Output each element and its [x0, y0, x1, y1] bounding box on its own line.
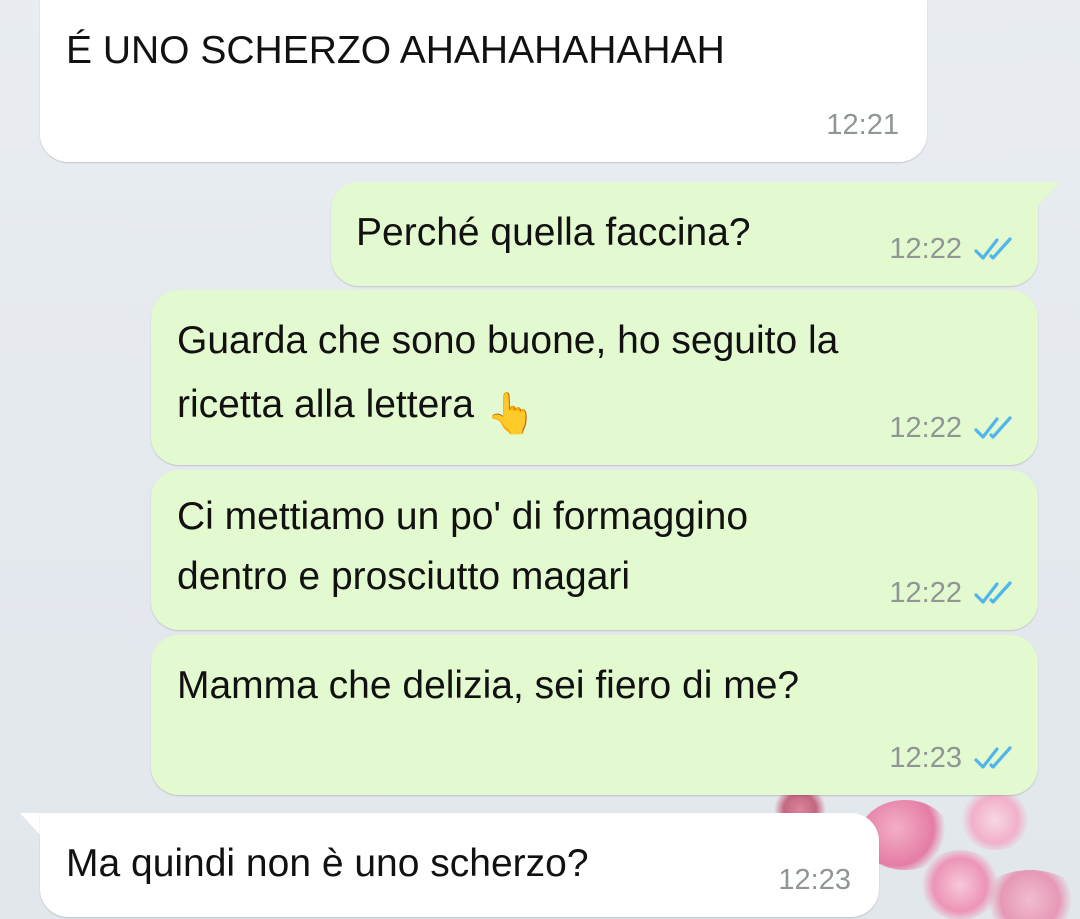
message-time: 12:22 [889, 577, 962, 609]
message-meta: 12:23 [778, 863, 851, 897]
message-time: 12:23 [889, 742, 962, 774]
message-meta: 12:22 [889, 576, 1016, 610]
pointing-up-hand-emoji: 👆 [485, 392, 536, 436]
blossom-decoration [980, 870, 1080, 919]
outgoing-bubble-tail [1038, 182, 1060, 206]
message-text-line: dentro e prosciutto magari [177, 555, 631, 598]
outgoing-message-bubble[interactable]: Guarda che sono buone, ho seguito la ric… [151, 290, 1038, 465]
message-text-line: Ci mettiamo un po' di formaggino [177, 495, 749, 538]
message-meta: 12:23 [889, 741, 1016, 775]
message-time: 12:22 [889, 412, 962, 444]
double-check-icon [974, 237, 1012, 260]
incoming-message-bubble[interactable]: Ma quindi non è uno scherzo? 12:23 [40, 813, 879, 917]
blossom-decoration [960, 790, 1030, 850]
double-check-icon [974, 416, 1012, 439]
outgoing-message-bubble[interactable]: Perché quella faccina? 12:22 [331, 182, 1038, 286]
outgoing-message-bubble[interactable]: Mamma che delizia, sei fiero di me? 12:2… [151, 635, 1038, 795]
incoming-bubble-tail [20, 813, 42, 837]
message-time: 12:22 [889, 233, 962, 265]
double-check-icon [974, 746, 1012, 769]
message-text: É UNO SCHERZO AHAHAHAHAHAH [66, 29, 725, 72]
message-text: Perché quella faccina? [356, 211, 751, 254]
message-time: 12:23 [778, 864, 851, 896]
message-meta: 12:22 [889, 411, 1016, 445]
message-meta: 12:22 [889, 232, 1016, 266]
incoming-message-bubble[interactable]: É UNO SCHERZO AHAHAHAHAHAH 12:21 [40, 0, 927, 162]
message-text: Ma quindi non è uno scherzo? [66, 842, 589, 885]
double-check-icon [974, 581, 1012, 604]
outgoing-message-bubble[interactable]: Ci mettiamo un po' di formaggino dentro … [151, 470, 1038, 630]
message-time: 12:21 [826, 109, 899, 141]
message-text-line: Guarda che sono buone, ho seguito la [177, 319, 839, 362]
message-meta: 12:21 [826, 108, 899, 142]
message-text-line-2: ricetta alla lettera [177, 383, 474, 426]
message-text-line: ricetta alla lettera 👆 [177, 374, 536, 436]
message-text: Mamma che delizia, sei fiero di me? [177, 664, 800, 707]
